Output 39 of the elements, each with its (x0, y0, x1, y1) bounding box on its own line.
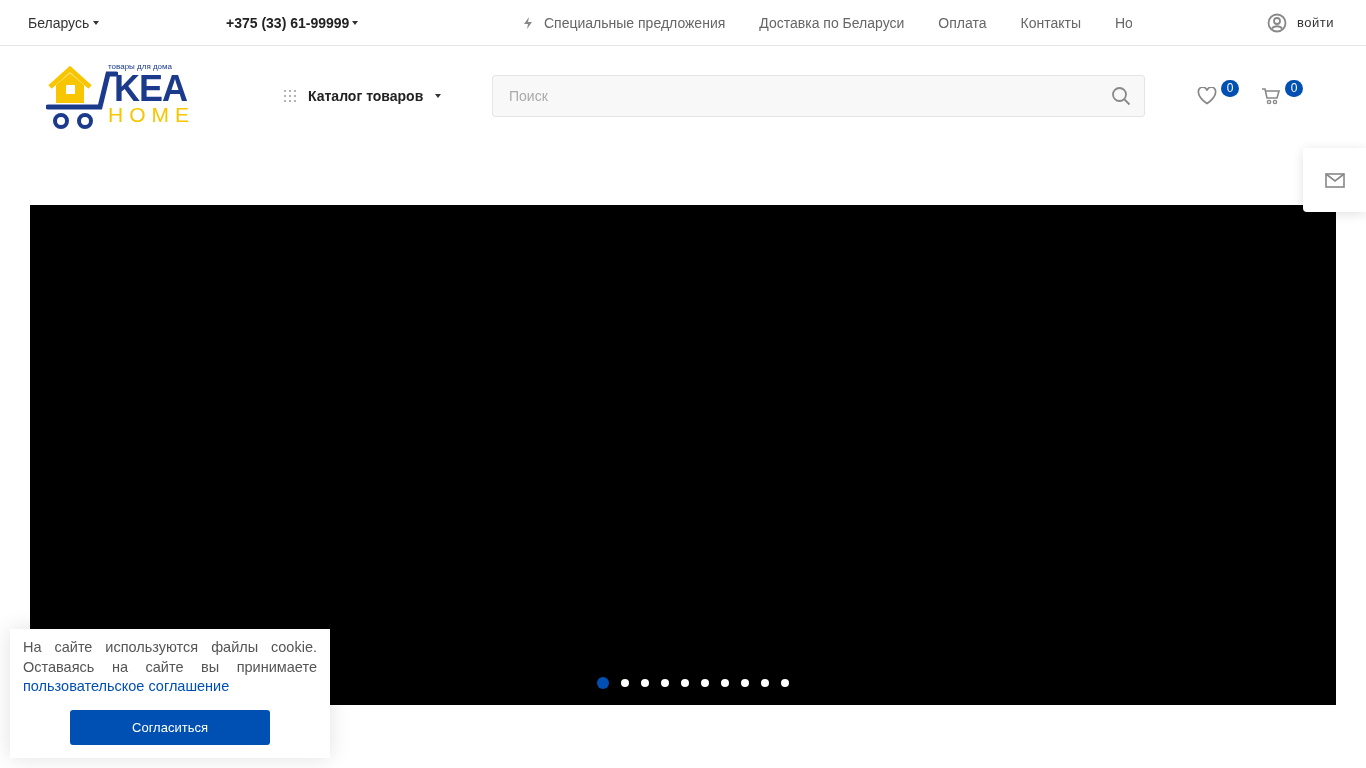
search-field[interactable]: Поиск (492, 75, 1145, 117)
login-link[interactable]: войти (1267, 12, 1334, 33)
slider-dot[interactable] (741, 679, 749, 687)
slider-dot[interactable] (621, 679, 629, 687)
site-logo[interactable]: товары для дома KEA HOME (46, 61, 206, 131)
catalog-menu[interactable]: Каталог товаров (284, 88, 492, 104)
caret-icon (435, 94, 442, 98)
cart-icon[interactable] (1261, 87, 1281, 105)
feedback-button[interactable] (1303, 148, 1366, 212)
nav-link[interactable]: Доставка по Беларуси (759, 14, 905, 31)
favorites-count: 0 (1221, 80, 1239, 97)
mail-icon (1324, 172, 1345, 188)
slider-dot[interactable] (641, 679, 649, 687)
logo-subtitle: HOME (108, 103, 195, 127)
grid-icon (284, 90, 296, 102)
nav-link[interactable]: Контакты (1020, 14, 1081, 31)
slider-dot[interactable] (761, 679, 769, 687)
logo-tagline: товары для дома (108, 62, 172, 71)
slider-dot[interactable] (681, 679, 689, 687)
search-icon[interactable] (1111, 86, 1131, 106)
slider-dot[interactable] (701, 679, 709, 687)
cookie-text: На сайте используются файлы cookie. Оставаясь на сайте вы принимаете пользовательское соглашение (23, 638, 317, 696)
lightning-icon (522, 16, 534, 29)
caret-icon (352, 20, 359, 25)
heart-icon[interactable] (1197, 87, 1217, 105)
region-selector[interactable]: Беларусь (28, 14, 226, 31)
caret-icon (93, 20, 100, 25)
slider-dot[interactable] (721, 679, 729, 687)
slider-dot[interactable] (781, 679, 789, 687)
cart-count: 0 (1285, 80, 1303, 97)
agreement-link[interactable]: пользовательское соглашение (23, 678, 230, 694)
slider-dot[interactable] (597, 677, 609, 689)
phone-selector[interactable]: +375 (33) 61-99999 (226, 14, 522, 31)
nav-link[interactable]: Специальные предложения (522, 14, 726, 31)
nav-link[interactable]: Но (1115, 14, 1132, 31)
nav-link[interactable]: Оплата (938, 14, 987, 31)
slider-dot[interactable] (661, 679, 669, 687)
user-icon (1267, 12, 1288, 33)
agree-button[interactable]: Согласиться (70, 709, 270, 745)
